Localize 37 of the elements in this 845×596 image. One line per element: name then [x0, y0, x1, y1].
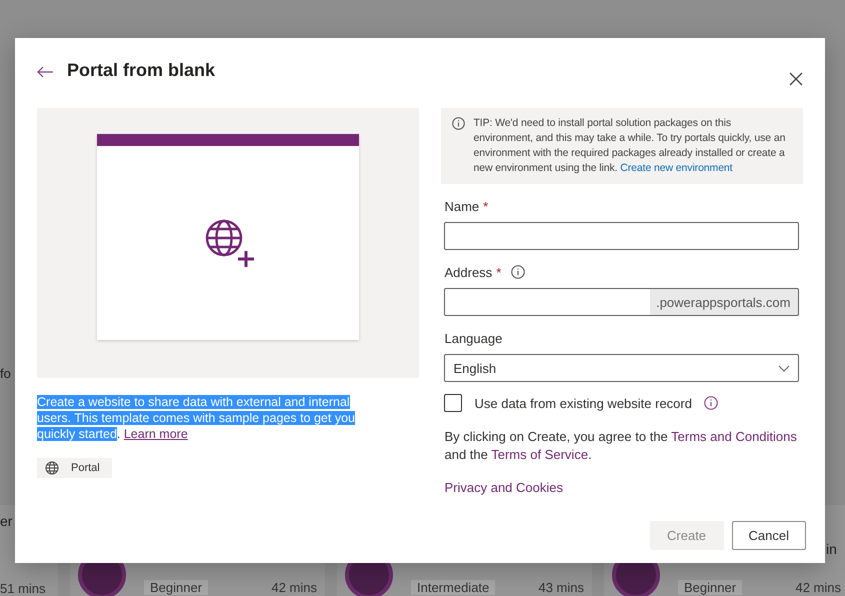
level-tag: Beginner [144, 580, 208, 595]
duration-text: 43 mins [538, 580, 584, 595]
terms-link[interactable]: Terms of Service [491, 447, 588, 462]
chevron-down-icon [778, 364, 790, 372]
terms-text: By clicking on Create, you agree to the Terms and Conditions and the Terms of Service. [444, 428, 798, 464]
learn-more-link[interactable]: Learn more [124, 427, 188, 441]
name-input[interactable] [444, 222, 800, 250]
privacy-link[interactable]: Privacy and Cookies [444, 480, 563, 495]
course-title: er [0, 513, 14, 529]
field-label: Language [444, 330, 502, 346]
tag-label: Portal [71, 462, 100, 474]
close-icon[interactable] [789, 72, 803, 86]
duration-text: 42 mins [271, 580, 317, 595]
terms-link[interactable]: Terms and Conditions [671, 429, 797, 444]
duration-text: 51 mins [0, 581, 46, 596]
page-text: fo [0, 366, 11, 381]
required-mark: * [496, 264, 502, 280]
back-arrow-icon[interactable] [37, 66, 53, 78]
globe-icon [45, 461, 59, 475]
language-dropdown[interactable]: English [444, 354, 800, 382]
required-mark: * [483, 198, 488, 214]
tip-text: TIP: We'd need to install portal solution packages on this environment, and this may take a while. To try portals quickly, use an environment with the required packages already installed or create a new environment using the link. Create new environment [473, 116, 786, 176]
checkbox-label: Use data from existing website record [474, 396, 692, 410]
duration-text: 42 mins [795, 580, 841, 595]
description-text: Create a website to share data with external and internal users. This template comes with sample pages to get you quickly started. Learn more [37, 394, 356, 442]
checkbox[interactable] [444, 394, 462, 412]
course-title: in [826, 541, 838, 557]
cancel-button[interactable]: Cancel [732, 521, 806, 550]
dialog-title: Portal from blank [67, 60, 216, 80]
level-tag: Beginner [678, 580, 742, 595]
level-tag: Intermediate [411, 580, 496, 595]
info-icon [452, 117, 466, 130]
info-icon[interactable] [511, 265, 526, 279]
field-label: Name [444, 198, 480, 214]
field-label: Address [444, 264, 492, 280]
info-icon[interactable] [704, 396, 718, 410]
create-environment-link[interactable]: Create new environment [620, 162, 732, 174]
